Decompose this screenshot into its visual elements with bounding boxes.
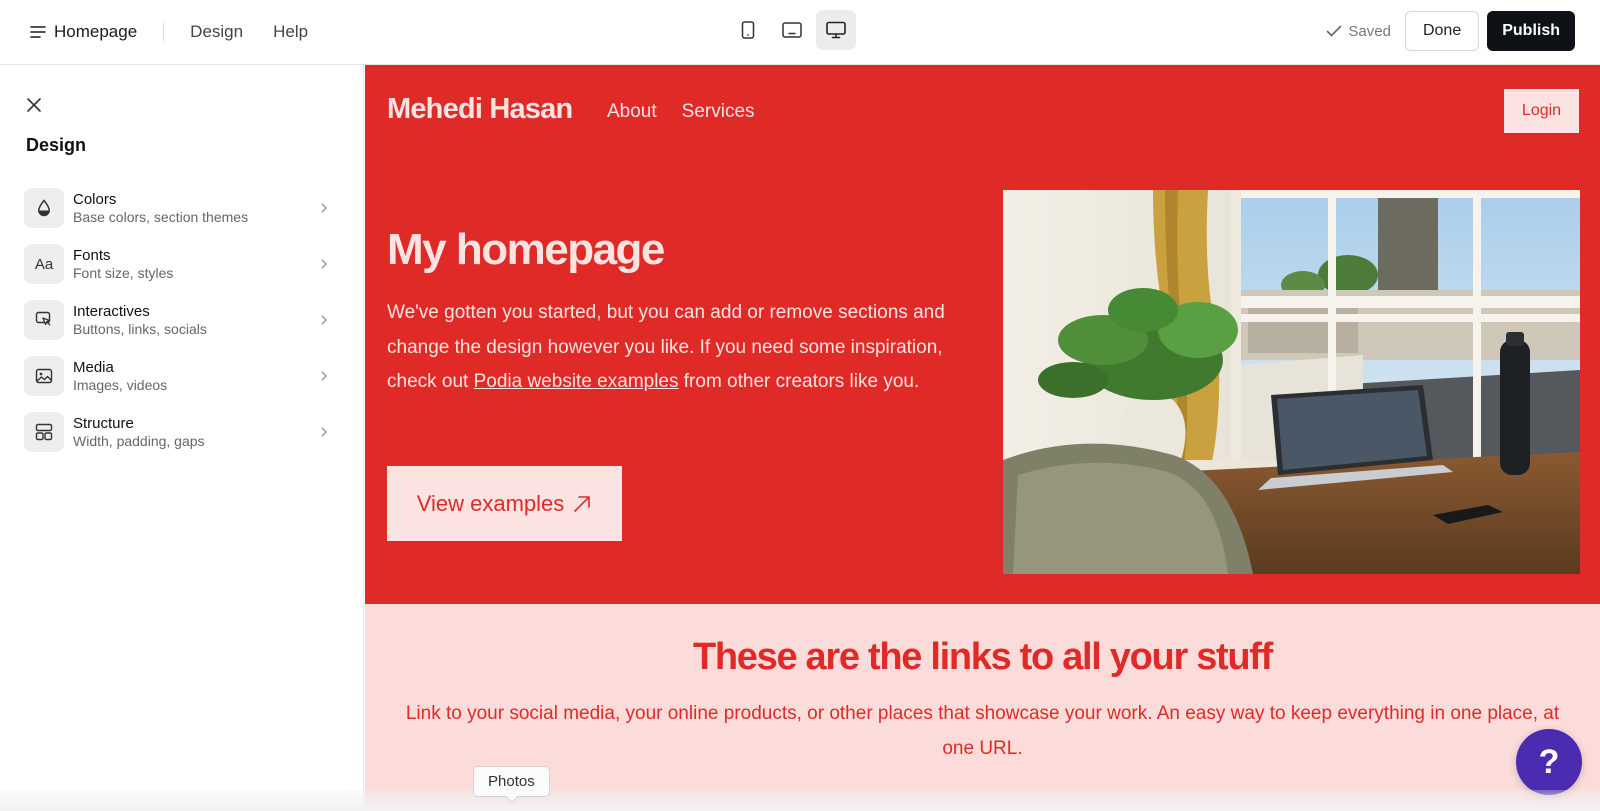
sidebar-item-text: Colors Base colors, section themes xyxy=(73,191,318,226)
podia-examples-link[interactable]: Podia website examples xyxy=(474,371,679,392)
publish-button[interactable]: Publish xyxy=(1487,11,1575,51)
drop-icon xyxy=(24,188,64,228)
device-switcher xyxy=(728,10,856,50)
saved-label: Saved xyxy=(1348,22,1391,40)
mobile-view-button[interactable] xyxy=(728,10,768,50)
fonts-icon: Aa xyxy=(24,244,64,284)
sidebar-item-description: Images, videos xyxy=(73,376,168,393)
topbar-right: Saved Done Publish xyxy=(1326,11,1575,51)
hero-photo[interactable] xyxy=(1003,190,1580,574)
bottom-edge xyxy=(0,790,1600,811)
chevron-right-icon xyxy=(321,259,327,269)
menu-icon xyxy=(30,25,46,38)
hero-body[interactable]: We've gotten you started, but you can ad… xyxy=(387,296,952,400)
design-options-list: Colors Base colors, section themes Aa Fo… xyxy=(24,180,336,460)
chevron-right-icon xyxy=(321,203,327,213)
tooltip-pointer xyxy=(506,796,518,804)
sidebar-title: Design xyxy=(26,135,87,155)
desktop-view-button[interactable] xyxy=(816,10,856,50)
photos-tooltip: Photos xyxy=(473,766,550,797)
chevron-right-icon xyxy=(321,427,327,437)
sidebar-item-text: Structure Width, padding, gaps xyxy=(73,415,318,450)
desktop-icon xyxy=(826,21,846,39)
sidebar-item-description: Base colors, section themes xyxy=(73,208,249,225)
save-status: Saved xyxy=(1326,23,1391,40)
close-icon[interactable] xyxy=(24,95,44,115)
cursor-click-icon xyxy=(24,300,64,340)
sidebar-item-text: Interactives Buttons, links, socials xyxy=(73,303,318,338)
site-login-button[interactable]: Login xyxy=(1504,89,1579,133)
tablet-icon xyxy=(782,22,802,38)
design-sidebar: Design Colors Base colors, section theme… xyxy=(0,65,364,811)
site-nav: About Services xyxy=(607,101,755,123)
sidebar-item-description: Buttons, links, socials xyxy=(73,320,207,337)
nav-help[interactable]: Help xyxy=(273,22,308,42)
page-name: Homepage xyxy=(54,21,138,41)
hero-title[interactable]: My homepage xyxy=(387,225,665,275)
sidebar-item-fonts[interactable]: Aa Fonts Font size, styles xyxy=(24,236,336,292)
links-description[interactable]: Link to your social media, your online p… xyxy=(405,696,1560,766)
links-title[interactable]: These are the links to all your stuff xyxy=(365,636,1600,679)
links-section[interactable]: These are the links to all your stuff Li… xyxy=(365,604,1600,811)
chevron-right-icon xyxy=(321,315,327,325)
layout-icon xyxy=(24,412,64,452)
phone-icon xyxy=(741,21,755,39)
topbar-left: Homepage Design Help xyxy=(30,0,338,63)
site-nav-about[interactable]: About xyxy=(607,101,657,123)
site-nav-services[interactable]: Services xyxy=(682,101,755,123)
checkmark-icon xyxy=(1327,25,1342,37)
sidebar-item-label: Structure xyxy=(73,414,134,432)
nav-design[interactable]: Design xyxy=(190,22,243,42)
image-icon xyxy=(24,356,64,396)
sidebar-item-media[interactable]: Media Images, videos xyxy=(24,348,336,404)
tablet-view-button[interactable] xyxy=(772,10,812,50)
sidebar-item-label: Colors xyxy=(73,190,117,208)
arrow-up-right-icon xyxy=(574,495,591,512)
sidebar-item-description: Width, padding, gaps xyxy=(73,432,205,449)
editor-topbar: Homepage Design Help Saved Done Publish xyxy=(0,0,1600,65)
sidebar-item-label: Interactives xyxy=(73,302,150,320)
sidebar-item-structure[interactable]: Structure Width, padding, gaps xyxy=(24,404,336,460)
page-menu-button[interactable]: Homepage xyxy=(30,22,137,42)
sidebar-item-text: Media Images, videos xyxy=(73,359,318,394)
site-brand[interactable]: Mehedi Hasan xyxy=(387,93,573,126)
chevron-right-icon xyxy=(321,371,327,381)
hero-section[interactable]: Mehedi Hasan About Services Login My hom… xyxy=(365,65,1600,604)
divider xyxy=(163,22,165,41)
sidebar-item-label: Fonts xyxy=(73,246,111,264)
hero-body-text-end: from other creators like you. xyxy=(678,371,920,392)
done-button[interactable]: Done xyxy=(1404,11,1480,51)
help-button[interactable]: ? xyxy=(1516,729,1582,795)
sidebar-item-text: Fonts Font size, styles xyxy=(73,247,318,282)
sidebar-item-colors[interactable]: Colors Base colors, section themes xyxy=(24,180,336,236)
cta-label: View examples xyxy=(416,490,565,516)
sidebar-item-description: Font size, styles xyxy=(73,264,174,281)
sidebar-item-interactives[interactable]: Interactives Buttons, links, socials xyxy=(24,292,336,348)
view-examples-button[interactable]: View examples xyxy=(387,466,622,541)
sidebar-item-label: Media xyxy=(73,358,114,376)
site-preview: Mehedi Hasan About Services Login My hom… xyxy=(365,65,1600,811)
